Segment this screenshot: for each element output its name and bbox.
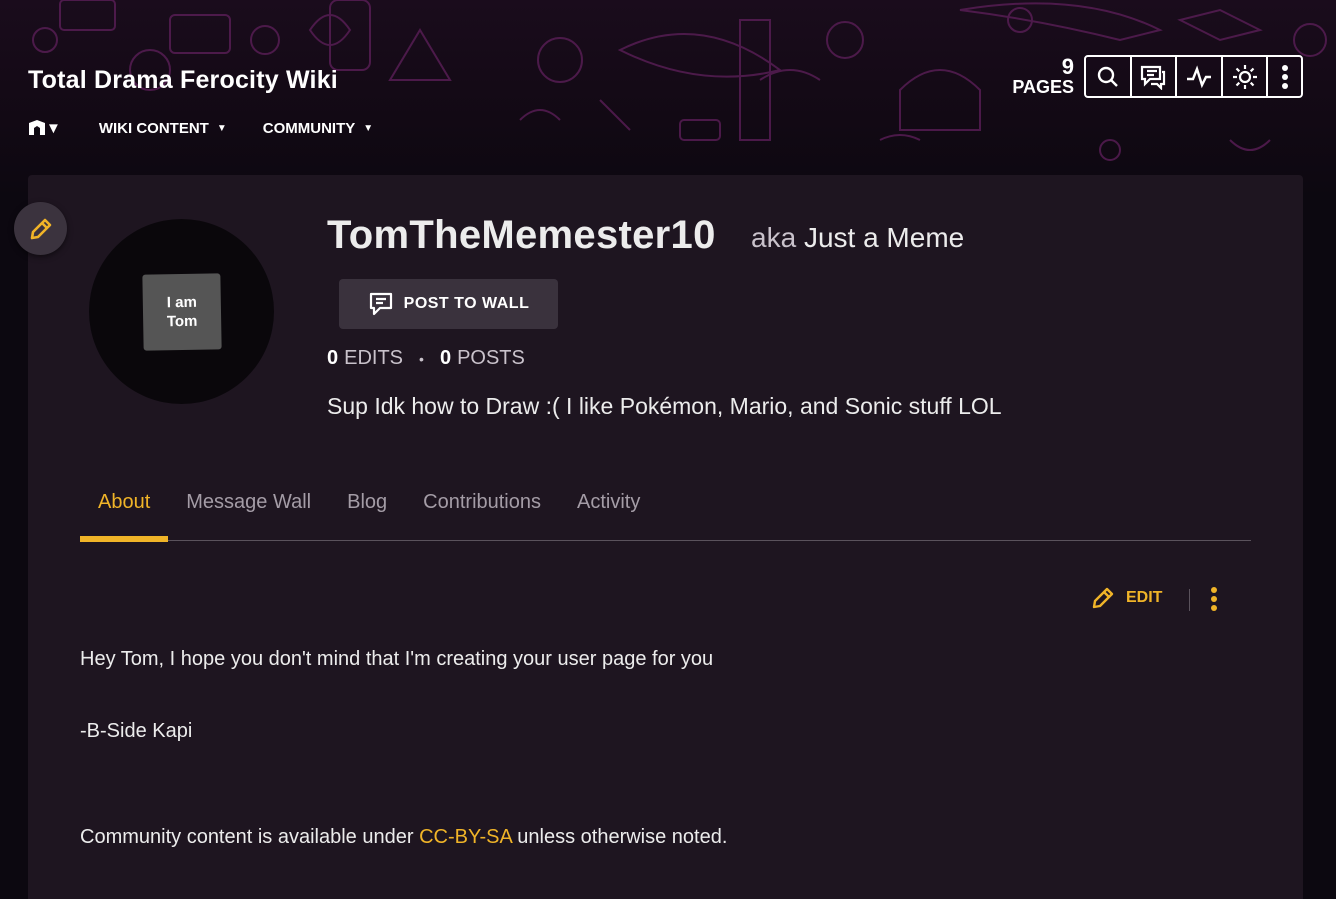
pencil-icon: [30, 218, 51, 239]
more-icon: [1281, 64, 1288, 89]
message-icon: [369, 292, 392, 316]
avatar: I am Tom: [89, 219, 274, 404]
nav-label: COMMUNITY: [262, 119, 356, 137]
edit-page-floating-button[interactable]: [14, 202, 67, 255]
tab-about[interactable]: About: [80, 488, 169, 542]
signature-text: -B-Side Kapi: [80, 720, 193, 742]
edits-count: 0: [327, 347, 339, 369]
search-button[interactable]: [1086, 57, 1132, 96]
recent-activity-button[interactable]: [1177, 57, 1223, 96]
user-aka: aka Just a Meme: [751, 222, 964, 254]
posts-count: 0: [439, 347, 452, 369]
pencil-icon: [1092, 587, 1114, 609]
tab-activity[interactable]: Activity: [559, 488, 658, 541]
license-link[interactable]: CC-BY-SA: [419, 826, 512, 848]
license-notice: Community content is available under CC-…: [80, 826, 727, 849]
nav-label: WIKI CONTENT: [98, 119, 209, 137]
edits-label: EDITS: [344, 347, 404, 369]
avatar-text-line1: I am: [166, 292, 197, 311]
fandom-logo-menu[interactable]: ▼: [28, 120, 61, 137]
tab-blog[interactable]: Blog: [329, 488, 405, 541]
more-tools-button[interactable]: [1268, 57, 1301, 96]
post-to-wall-button[interactable]: POST TO WALL: [339, 279, 558, 329]
chevron-down-icon: ▼: [363, 122, 374, 134]
profile-tabs: About Message Wall Blog Contributions Ac…: [80, 488, 1251, 542]
nav-wiki-content[interactable]: WIKI CONTENT ▼: [99, 120, 227, 137]
license-prefix: Community content is available under: [80, 826, 414, 848]
edit-button[interactable]: EDIT: [1090, 585, 1162, 611]
header-background: [0, 0, 1336, 200]
activity-icon: [1186, 64, 1211, 88]
theme-toggle-button[interactable]: [1223, 57, 1269, 96]
chevron-down-icon: ▼: [46, 119, 61, 137]
pages-label: PAGES: [1012, 77, 1074, 97]
license-suffix: unless otherwise noted.: [517, 826, 728, 848]
divider: [1189, 589, 1190, 611]
tab-contributions[interactable]: Contributions: [405, 488, 559, 541]
fandom-logo-icon: [29, 120, 45, 135]
more-vertical-icon: [1211, 587, 1217, 611]
nav-community[interactable]: COMMUNITY ▼: [263, 120, 373, 137]
username: TomTheMemester10: [327, 213, 716, 257]
theme-toggle-icon: [1232, 64, 1257, 89]
post-to-wall-label: POST TO WALL: [403, 295, 530, 312]
chevron-down-icon: ▼: [216, 122, 227, 134]
edit-label: EDIT: [1126, 589, 1163, 606]
top-nav: ▼ WIKI CONTENT ▼ COMMUNITY ▼: [28, 118, 409, 138]
aka-prefix: aka: [751, 222, 797, 253]
search-icon: [1097, 66, 1118, 87]
pages-count: 9: [1061, 54, 1074, 79]
user-stats: 0 EDITS • 0 POSTS: [327, 347, 525, 370]
page-actions-button[interactable]: [1210, 586, 1218, 617]
page-content-text: Hey Tom, I hope you don't mind that I'm …: [80, 648, 714, 670]
discussions-icon: [1141, 65, 1166, 90]
user-bio: Sup Idk how to Draw :( I like Pokémon, M…: [327, 393, 1002, 419]
separator-dot: •: [419, 350, 424, 367]
avatar-text-line2: Tom: [166, 312, 198, 330]
tab-message-wall[interactable]: Message Wall: [168, 488, 329, 541]
avatar-image: I am Tom: [141, 272, 222, 351]
wiki-title[interactable]: Total Drama Ferocity Wiki: [28, 66, 338, 95]
discussions-button[interactable]: [1132, 57, 1178, 96]
wiki-tools: [1084, 55, 1303, 98]
pages-counter: 9 PAGES: [1012, 54, 1074, 97]
aka-name: Just a Meme: [803, 222, 965, 253]
posts-label: POSTS: [457, 347, 525, 369]
